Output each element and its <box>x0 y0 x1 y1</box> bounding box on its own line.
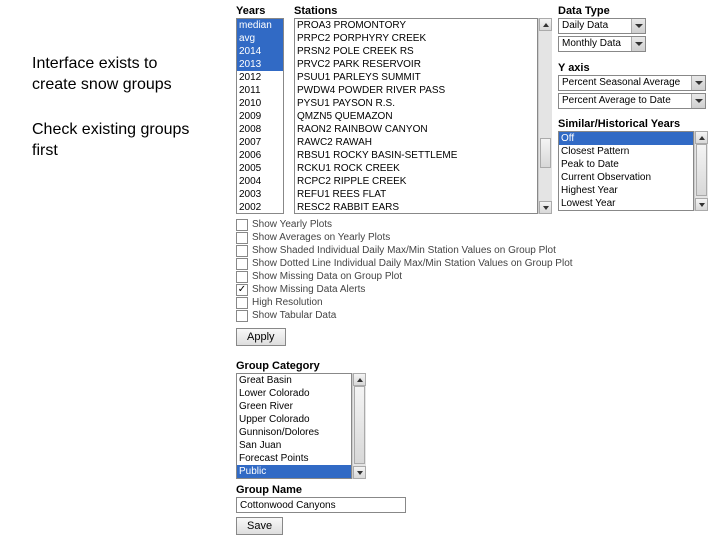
list-item[interactable]: 2013 <box>237 58 283 71</box>
check-averages[interactable]: Show Averages on Yearly Plots <box>236 231 636 244</box>
group-category-listbox[interactable]: Great BasinLower ColoradoGreen RiverUppe… <box>236 373 352 479</box>
list-item[interactable]: Closest Pattern <box>559 145 693 158</box>
scroll-thumb[interactable] <box>354 386 365 464</box>
scroll-up-icon[interactable] <box>539 18 552 31</box>
annotation-interface: Interface exists to create snow groups <box>32 54 172 96</box>
scroll-up-icon[interactable] <box>695 131 708 144</box>
list-item[interactable]: RAON2 RAINBOW CANYON <box>295 123 537 136</box>
list-item[interactable]: 2005 <box>237 162 283 175</box>
list-item[interactable]: avg <box>237 32 283 45</box>
list-item[interactable]: PYSU1 PAYSON R.S. <box>295 97 537 110</box>
list-item[interactable]: 2014 <box>237 45 283 58</box>
check-high-res[interactable]: High Resolution <box>236 296 636 309</box>
list-item[interactable]: Lowest Year <box>559 197 693 210</box>
list-item[interactable]: Upper Colorado <box>237 413 351 426</box>
list-item[interactable]: Highest Year <box>559 184 693 197</box>
chevron-down-icon <box>691 76 705 90</box>
checkbox-icon[interactable] <box>236 284 248 296</box>
list-item[interactable]: 2004 <box>237 175 283 188</box>
list-item[interactable]: 2009 <box>237 110 283 123</box>
yaxis-seasonal-dropdown[interactable]: Percent Seasonal Average <box>558 75 706 91</box>
scroll-up-icon[interactable] <box>353 373 366 386</box>
checkbox-icon[interactable] <box>236 245 248 257</box>
list-item[interactable]: Public <box>237 465 351 478</box>
list-item[interactable]: Great Basin <box>237 374 351 387</box>
list-item[interactable]: Lower Colorado <box>237 387 351 400</box>
list-item[interactable]: Current Observation <box>559 171 693 184</box>
list-item[interactable]: Off <box>559 132 693 145</box>
chevron-down-icon <box>631 19 645 33</box>
list-item[interactable]: RCKU1 ROCK CREEK <box>295 162 537 175</box>
list-item[interactable]: 2012 <box>237 71 283 84</box>
checkbox-icon[interactable] <box>236 297 248 309</box>
list-item[interactable]: Peak to Date <box>559 158 693 171</box>
datatype-monthly-dropdown[interactable]: Monthly Data <box>558 36 646 52</box>
yaxis-label: Y axis <box>558 62 708 74</box>
checkbox-icon[interactable] <box>236 271 248 283</box>
list-item[interactable]: 2008 <box>237 123 283 136</box>
annotation-check-existing: Check existing groups first <box>32 120 189 162</box>
checkbox-icon[interactable] <box>236 258 248 270</box>
save-button[interactable]: Save <box>236 517 283 535</box>
yaxis-todate-dropdown[interactable]: Percent Average to Date <box>558 93 706 109</box>
stations-listbox[interactable]: PROA3 PROMONTORYPRPC2 PORPHYRY CREEKPRSN… <box>294 18 538 214</box>
datatype-label: Data Type <box>558 5 648 17</box>
list-item[interactable]: Gunnison/Dolores <box>237 426 351 439</box>
list-item[interactable]: PRPC2 PORPHYRY CREEK <box>295 32 537 45</box>
list-item[interactable]: Forecast Points <box>237 452 351 465</box>
scroll-down-icon[interactable] <box>695 198 708 211</box>
chevron-down-icon <box>631 37 645 51</box>
years-label: Years <box>236 5 288 17</box>
similar-listbox[interactable]: OffClosest PatternPeak to DateCurrent Ob… <box>558 131 694 211</box>
check-missing-alerts[interactable]: Show Missing Data Alerts <box>236 283 636 296</box>
scroll-thumb[interactable] <box>540 138 551 168</box>
checkbox-icon[interactable] <box>236 310 248 322</box>
list-item[interactable]: PSUU1 PARLEYS SUMMIT <box>295 71 537 84</box>
similar-scrollbar[interactable] <box>694 131 708 211</box>
list-item[interactable]: 2006 <box>237 149 283 162</box>
chevron-down-icon <box>691 94 705 108</box>
list-item[interactable]: 2007 <box>237 136 283 149</box>
list-item[interactable]: QMZN5 QUEMAZON <box>295 110 537 123</box>
check-shaded-maxmin[interactable]: Show Shaded Individual Daily Max/Min Sta… <box>236 244 636 257</box>
datatype-daily-dropdown[interactable]: Daily Data <box>558 18 646 34</box>
list-item[interactable]: RBSU1 ROCKY BASIN-SETTLEME <box>295 149 537 162</box>
group-name-label: Group Name <box>236 484 436 496</box>
similar-label: Similar/Historical Years <box>558 118 708 130</box>
list-item[interactable]: 2003 <box>237 188 283 201</box>
stations-label: Stations <box>294 5 552 17</box>
group-category-label: Group Category <box>236 360 366 372</box>
scroll-down-icon[interactable] <box>353 466 366 479</box>
years-listbox[interactable]: medianavg2014201320122011201020092008200… <box>236 18 284 214</box>
list-item[interactable]: PROA3 PROMONTORY <box>295 19 537 32</box>
checkbox-icon[interactable] <box>236 232 248 244</box>
list-item[interactable]: PRSN2 POLE CREEK RS <box>295 45 537 58</box>
list-item[interactable]: RESC2 RABBIT EARS <box>295 201 537 214</box>
list-item[interactable]: Green River <box>237 400 351 413</box>
apply-button[interactable]: Apply <box>236 328 286 346</box>
list-item[interactable]: REFU1 REES FLAT <box>295 188 537 201</box>
list-item[interactable]: RCPC2 RIPPLE CREEK <box>295 175 537 188</box>
list-item[interactable]: RAWC2 RAWAH <box>295 136 537 149</box>
check-missing-group[interactable]: Show Missing Data on Group Plot <box>236 270 636 283</box>
check-dotted-maxmin[interactable]: Show Dotted Line Individual Daily Max/Mi… <box>236 257 636 270</box>
list-item[interactable]: 2010 <box>237 97 283 110</box>
check-yearly-plots[interactable]: Show Yearly Plots <box>236 218 636 231</box>
group-name-input[interactable] <box>236 497 406 513</box>
scroll-down-icon[interactable] <box>539 201 552 214</box>
checkbox-icon[interactable] <box>236 219 248 231</box>
list-item[interactable]: PRVC2 PARK RESERVOIR <box>295 58 537 71</box>
list-item[interactable]: 2002 <box>237 201 283 214</box>
group-category-scrollbar[interactable] <box>352 373 366 479</box>
list-item[interactable]: median <box>237 19 283 32</box>
check-tabular[interactable]: Show Tabular Data <box>236 309 636 322</box>
list-item[interactable]: 2011 <box>237 84 283 97</box>
list-item[interactable]: San Juan <box>237 439 351 452</box>
scroll-thumb[interactable] <box>696 144 707 196</box>
list-item[interactable]: PWDW4 POWDER RIVER PASS <box>295 84 537 97</box>
stations-scrollbar[interactable] <box>538 18 552 214</box>
